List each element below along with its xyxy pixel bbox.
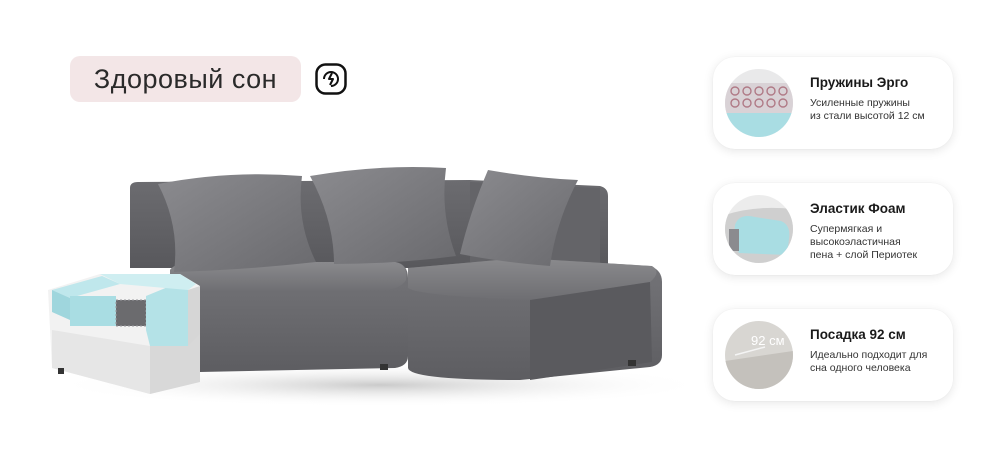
springs-thumbnail (725, 69, 793, 137)
feature-description: Идеально подходит для сна одного человек… (810, 349, 928, 374)
foam-thumbnail (725, 195, 793, 263)
feature-title: Пружины Эрго (810, 75, 909, 90)
feature-card-foam: Эластик Фоам Супермягкая и высокоэластич… (713, 183, 953, 275)
cutaway-section (48, 274, 200, 394)
feature-title: Эластик Фоам (810, 201, 906, 216)
pillow-left (158, 174, 316, 272)
feature-description: Супермягкая и высокоэластичная пена + сл… (810, 223, 918, 261)
feature-description: Усиленные пружины из стали высотой 12 см (810, 97, 925, 122)
feature-card-seat-depth: 92 см Посадка 92 см Идеально подходит дл… (713, 309, 953, 401)
seat-depth-thumbnail: 92 см (725, 321, 793, 389)
seat-depth-measure: 92 см (751, 333, 785, 348)
feature-card-springs: Пружины Эрго Усиленные пружины из стали … (713, 57, 953, 149)
feature-title: Посадка 92 см (810, 327, 906, 342)
